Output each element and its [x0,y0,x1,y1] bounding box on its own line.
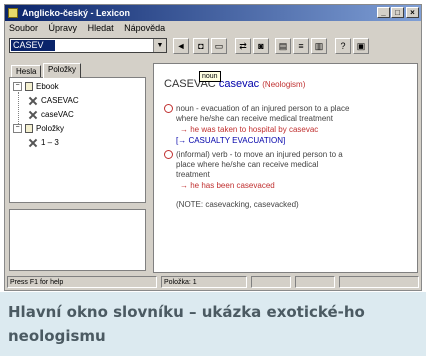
window-title: Anglicko-český - Lexicon [22,8,131,18]
tree-node-ebook[interactable]: − Ebook [13,81,59,93]
minimize-button[interactable]: _ [377,7,390,18]
entry-line: (informal) verb - to move an injured per… [164,150,343,160]
sense-marker-icon [164,150,173,160]
entry-example: → he has been casevaced [180,181,275,190]
prev-word-icon[interactable]: ◘ [193,38,209,54]
menu-edit[interactable]: Úpravy [45,21,82,35]
status-item: Položka: 1 [161,276,247,288]
menu-help[interactable]: Nápověda [120,21,169,35]
title-bar: Anglicko-český - Lexicon _ □ × [5,5,421,21]
entry-note: (NOTE: casevacking, casevacked) [176,200,299,209]
entry-panel: CASEVAC casevac (Neologism) noun noun - … [153,63,418,273]
entry-line: noun - evacuation of an injured person t… [164,104,349,114]
left-panel: Hesla Položky − Ebook CASEVAC caseVAC − Po… [9,63,146,273]
back-icon[interactable]: ◄ [173,38,189,54]
collapse-icon[interactable]: − [13,82,22,92]
preview-box [9,209,146,271]
entry-line: place where he/she can receive medical [176,160,319,169]
tree-item-label: 1 – 3 [41,138,59,147]
word-icon [28,96,38,105]
word-tree: − Ebook CASEVAC caseVAC − Položky 1 – 3 [9,77,146,203]
help-icon[interactable]: ? [335,38,351,54]
entry-crossref[interactable]: [→ CASUALTY EVACUATION] [176,136,285,146]
tree-node-label: Ebook [36,82,59,91]
tree-item[interactable]: caseVAC [28,109,74,121]
next-word-icon[interactable]: ▭ [211,38,227,54]
word-icon [28,138,38,147]
list-icon[interactable]: ≡ [293,38,309,54]
figure-caption: Hlavní okno slovníku – ukázka exotické-h… [8,303,365,345]
about-icon[interactable]: ▣ [353,38,369,54]
menu-bar: Soubor Úpravy Hledat Nápověda [5,21,421,35]
close-button[interactable]: × [406,7,419,18]
status-bar: Press F1 for help Položka: 1 [7,276,419,288]
search-input[interactable]: CASEV [11,40,55,51]
translation[interactable]: casevac [219,78,259,90]
book-icon [25,82,33,92]
tree-item[interactable]: CASEVAC [28,95,79,107]
toolbar: CASEV ▼ ◄ ◘ ▭ ⇄ ◙ ▤ ≡ ▥ ? ▣ [5,35,421,57]
status-cell [295,276,335,288]
view-icon[interactable]: ▤ [275,38,291,54]
book-icon [25,124,33,134]
app-icon [8,8,18,18]
tooltip: noun [199,71,221,82]
entry-line: where he/she can receive medical treatme… [176,114,333,123]
status-cell [339,276,419,288]
status-help: Press F1 for help [7,276,157,288]
tree-node-label: Položky [36,124,65,133]
tree-item-label: caseVAC [41,110,74,119]
sense-marker-icon [164,104,173,114]
entry-example: → he was taken to hospital by casevac [180,125,319,134]
status-cell [251,276,291,288]
tab-favorites[interactable]: Položky [43,63,82,78]
direction-icon[interactable]: ⇄ [235,38,251,54]
caption-area: Hlavní okno slovníku – ukázka exotické-h… [0,292,426,356]
swap-icon[interactable]: ◙ [253,38,269,54]
menu-file[interactable]: Soubor [5,21,42,35]
collapse-icon[interactable]: − [13,124,22,134]
search-combobox[interactable]: CASEV ▼ [9,38,167,53]
chevron-down-icon[interactable]: ▼ [153,39,166,52]
maximize-button[interactable]: □ [391,7,404,18]
app-window: Anglicko-český - Lexicon _ □ × Soubor Úp… [4,4,422,291]
entry-line: treatment [176,170,210,179]
entry-tag: (Neologism) [262,80,306,89]
tab-strip: Hesla Položky [9,63,146,78]
entry-heading: CASEVAC casevac (Neologism) [164,78,305,90]
tree-node-items[interactable]: − Položky [13,123,64,135]
options-icon[interactable]: ▥ [311,38,327,54]
word-icon [28,110,38,119]
tree-item[interactable]: 1 – 3 [28,137,59,149]
menu-search[interactable]: Hledat [84,21,118,35]
tree-item-label: CASEVAC [41,96,79,105]
